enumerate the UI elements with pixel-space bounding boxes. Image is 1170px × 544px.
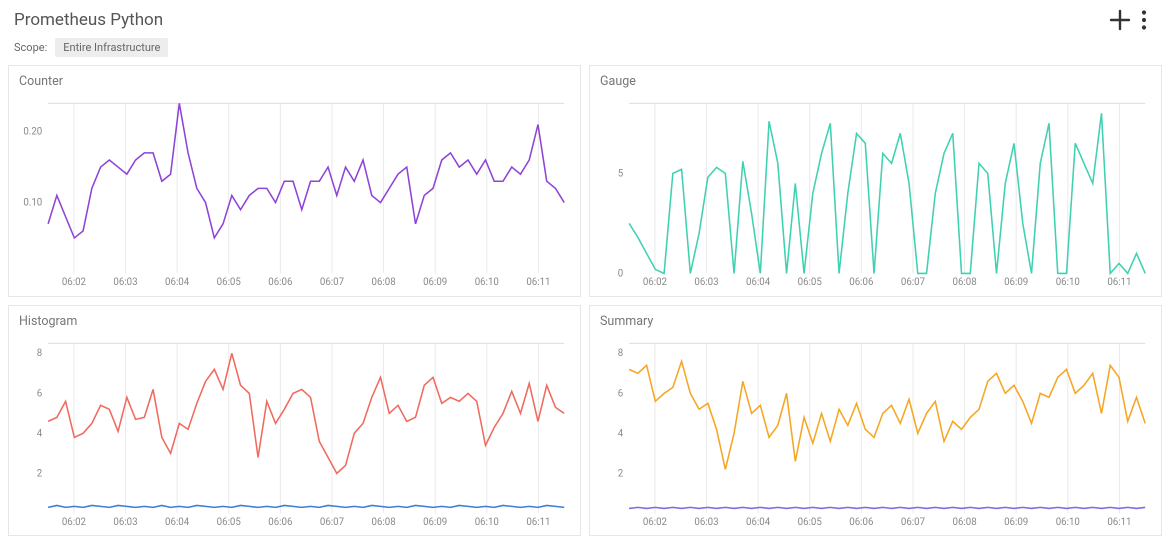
svg-text:06:10: 06:10 — [1056, 277, 1080, 288]
svg-text:06:04: 06:04 — [746, 517, 771, 528]
svg-text:06:08: 06:08 — [371, 517, 395, 528]
svg-text:06:05: 06:05 — [217, 517, 242, 528]
svg-text:06:07: 06:07 — [320, 517, 345, 528]
svg-text:2: 2 — [618, 468, 624, 479]
svg-text:06:09: 06:09 — [1004, 517, 1028, 528]
more-menu-button[interactable] — [1132, 8, 1156, 32]
svg-text:06:03: 06:03 — [113, 277, 137, 288]
svg-text:06:08: 06:08 — [371, 277, 395, 288]
svg-text:06:09: 06:09 — [423, 277, 447, 288]
svg-text:06:11: 06:11 — [1107, 277, 1131, 288]
svg-text:06:02: 06:02 — [643, 277, 668, 288]
svg-text:6: 6 — [37, 388, 42, 399]
scope-label: Scope: — [14, 41, 47, 54]
svg-text:0.10: 0.10 — [23, 197, 42, 208]
svg-text:06:11: 06:11 — [1107, 517, 1131, 528]
svg-text:06:06: 06:06 — [268, 277, 292, 288]
svg-text:06:06: 06:06 — [268, 517, 292, 528]
svg-text:06:08: 06:08 — [952, 517, 976, 528]
svg-text:4: 4 — [618, 428, 624, 439]
svg-text:06:05: 06:05 — [217, 277, 242, 288]
svg-text:06:08: 06:08 — [952, 277, 976, 288]
svg-text:06:07: 06:07 — [320, 277, 345, 288]
svg-text:06:04: 06:04 — [746, 277, 771, 288]
svg-text:06:07: 06:07 — [901, 517, 926, 528]
svg-text:5: 5 — [618, 168, 624, 179]
page-title: Prometheus Python — [14, 10, 163, 30]
svg-text:06:10: 06:10 — [475, 517, 499, 528]
panel-counter[interactable]: Counter 06:0206:0306:0406:0506:0606:0706… — [8, 65, 581, 297]
scope-value[interactable]: Entire Infrastructure — [55, 38, 168, 57]
svg-text:06:11: 06:11 — [526, 517, 550, 528]
svg-text:8: 8 — [37, 348, 42, 359]
svg-text:06:10: 06:10 — [1056, 517, 1080, 528]
panel-histogram[interactable]: Histogram 06:02 06:03 06:04 06:05 06:06 06:07… — [8, 305, 581, 537]
svg-text:06:06: 06:06 — [849, 517, 873, 528]
svg-text:4: 4 — [37, 428, 43, 439]
svg-text:8: 8 — [618, 348, 623, 359]
svg-text:06:03: 06:03 — [694, 517, 718, 528]
svg-text:0.20: 0.20 — [23, 127, 42, 138]
panel-grid: Counter 06:0206:0306:0406:0506:0606:0706… — [0, 65, 1170, 544]
panel-title: Gauge — [590, 66, 1161, 93]
panel-title: Histogram — [9, 306, 580, 333]
svg-text:06:10: 06:10 — [475, 277, 499, 288]
chart-histogram: 06:02 06:03 06:04 06:05 06:06 06:07 06:08 06:09… — [9, 333, 580, 536]
svg-text:0: 0 — [618, 268, 623, 279]
chart-counter: 06:02 06:03 06:04 06:05 06:06 06:07 06:08 06:09… — [9, 93, 580, 296]
svg-text:06:02: 06:02 — [62, 517, 87, 528]
svg-text:06:07: 06:07 — [901, 277, 926, 288]
scope-row: Scope: Entire Infrastructure — [0, 36, 1170, 65]
svg-text:06:02: 06:02 — [643, 517, 668, 528]
svg-text:06:06: 06:06 — [849, 277, 873, 288]
svg-text:06:02: 06:02 — [62, 277, 87, 288]
panel-gauge[interactable]: Gauge 06:0206:0306:0406:0506:0606:0706:0… — [589, 65, 1162, 297]
panel-title: Counter — [9, 66, 580, 93]
chart-gauge: 06:02 06:03 06:04 06:05 06:06 06:07 06:08 06:09… — [590, 93, 1161, 296]
more-vertical-icon — [1132, 8, 1156, 32]
panel-summary[interactable]: Summary 06:0206:0306:0406:0506:0606:0706… — [589, 305, 1162, 537]
panel-title: Summary — [590, 306, 1161, 333]
plus-icon — [1108, 8, 1132, 32]
svg-text:06:05: 06:05 — [798, 517, 823, 528]
svg-text:06:09: 06:09 — [1004, 277, 1028, 288]
svg-text:06:04: 06:04 — [165, 517, 190, 528]
svg-text:06:04: 06:04 — [165, 277, 190, 288]
svg-text:06:03: 06:03 — [113, 517, 137, 528]
chart-summary: 06:02 06:03 06:04 06:05 06:06 06:07 06:08 06:09… — [590, 333, 1161, 536]
svg-text:2: 2 — [37, 468, 43, 479]
header: Prometheus Python — [0, 0, 1170, 36]
svg-text:6: 6 — [618, 388, 623, 399]
svg-text:06:11: 06:11 — [526, 277, 550, 288]
add-button[interactable] — [1108, 8, 1132, 32]
svg-text:06:09: 06:09 — [423, 517, 447, 528]
svg-text:06:03: 06:03 — [694, 277, 718, 288]
svg-text:06:05: 06:05 — [798, 277, 823, 288]
